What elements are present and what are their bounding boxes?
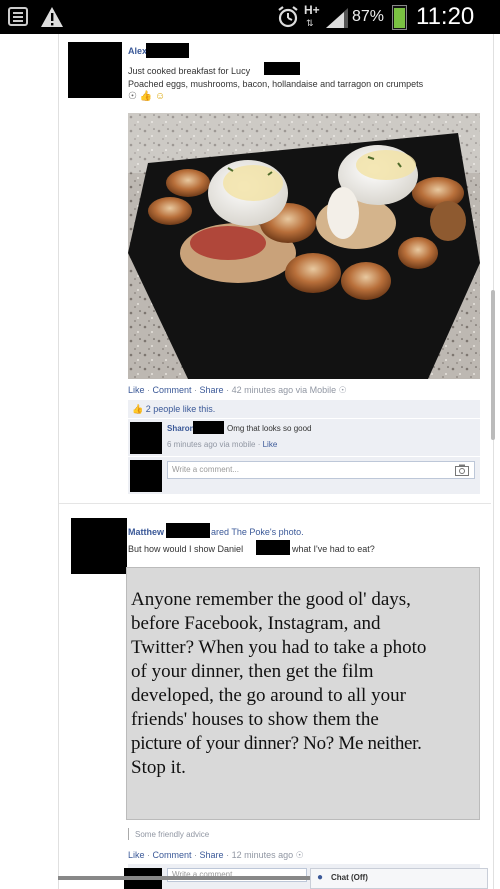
quote-line: before Facebook, Instagram, and	[131, 613, 381, 634]
my-avatar	[130, 460, 162, 492]
battery-icon	[392, 5, 407, 30]
chat-label: Chat (Off)	[331, 873, 368, 882]
post-timestamp: 12 minutes ago	[231, 850, 294, 860]
vertical-scrollbar[interactable]	[491, 290, 495, 440]
photo-image	[128, 113, 480, 379]
post-timestamp: 42 minutes ago via Mobile	[231, 385, 337, 395]
redacted-name	[264, 62, 300, 75]
quote-line: Stop it.	[131, 757, 186, 778]
post-author[interactable]: Alex	[128, 46, 147, 56]
shared-photo-text[interactable]: ared The Poke's photo.	[211, 527, 304, 537]
divider	[128, 456, 480, 457]
quote-line: friends' houses to show them the	[131, 709, 379, 730]
comment-input[interactable]: Write a comment...	[167, 461, 475, 479]
alarm-icon	[278, 6, 298, 28]
friends-icon: ☉	[338, 385, 347, 395]
reaction-icons: ☉ 👍 ☺	[128, 91, 165, 102]
chat-icon: ●	[317, 872, 324, 883]
post-author[interactable]: Matthew	[128, 527, 164, 537]
quote-line: Twitter? When you had to take a photo	[131, 637, 427, 658]
likes-summary[interactable]: 👍 2 people like this.	[132, 404, 215, 415]
network-type-label: H+	[304, 3, 320, 17]
like-link[interactable]: Like	[128, 850, 145, 860]
avatar[interactable]	[71, 518, 127, 574]
photo-caption: Some friendly advice	[135, 830, 210, 839]
commenter-avatar[interactable]	[130, 422, 162, 454]
divider	[128, 418, 480, 419]
like-link[interactable]: Like	[128, 385, 145, 395]
chat-tab[interactable]: ● Chat (Off)	[310, 868, 488, 889]
avatar[interactable]	[68, 42, 122, 98]
redacted-name	[256, 540, 290, 555]
post-separator	[59, 503, 491, 504]
breakfast-photo[interactable]	[128, 113, 480, 379]
post-actions: Like · Comment · Share · 12 minutes ago …	[128, 850, 304, 860]
comment-text: Omg that looks so good	[227, 424, 312, 433]
signal-icon	[326, 8, 348, 28]
data-arrows-icon: ⇅	[306, 18, 314, 28]
redacted-name	[146, 43, 189, 58]
smiley-icon: ☺	[154, 91, 166, 102]
horizontal-scrollbar[interactable]	[58, 876, 310, 880]
comment-like-link[interactable]: Like	[263, 440, 278, 449]
warning-icon	[41, 7, 63, 27]
caption-bar	[128, 828, 129, 840]
post-body-suffix: what I've had to eat?	[292, 544, 375, 554]
comment-link[interactable]: Comment	[153, 385, 192, 395]
chat-bar: ● Chat (Off)	[58, 868, 492, 889]
post-text-line2: Poached eggs, mushrooms, bacon, hollanda…	[128, 79, 424, 89]
post-body-prefix: But how would I show Daniel	[128, 544, 244, 554]
post-text-line1: Just cooked breakfast for Lucy	[128, 66, 251, 76]
share-link[interactable]: Share	[200, 850, 224, 860]
quote-line: developed, the go around to all your	[131, 685, 406, 706]
quote-line: Anyone remember the good ol' days,	[131, 589, 411, 610]
friends-icon: ☉	[295, 850, 304, 860]
thumbs-up-icon: 👍	[139, 91, 153, 102]
status-bar: H+ ⇅ 87% 11:20	[0, 0, 500, 34]
battery-percent: 87%	[352, 8, 385, 25]
comment-link[interactable]: Comment	[153, 850, 192, 860]
post-actions: Like · Comment · Share · 42 minutes ago …	[128, 385, 347, 395]
quote-line: picture of your dinner? No? Me neither.	[131, 733, 422, 754]
comment-meta: 6 minutes ago via mobile · Like	[167, 440, 278, 449]
notes-icon	[8, 7, 28, 26]
camera-icon[interactable]	[455, 464, 469, 476]
redacted-name	[166, 523, 210, 538]
quote-line: of your dinner, then get the film	[131, 661, 374, 682]
share-link[interactable]: Share	[200, 385, 224, 395]
clock: 11:20	[416, 3, 475, 30]
redacted-name	[193, 421, 224, 434]
comment-author[interactable]: Sharon	[167, 424, 195, 433]
friends-icon: ☉	[128, 91, 137, 102]
quote-image[interactable]: Anyone remember the good ol' days, befor…	[126, 567, 480, 820]
thumbs-up-icon: 👍	[132, 404, 144, 414]
